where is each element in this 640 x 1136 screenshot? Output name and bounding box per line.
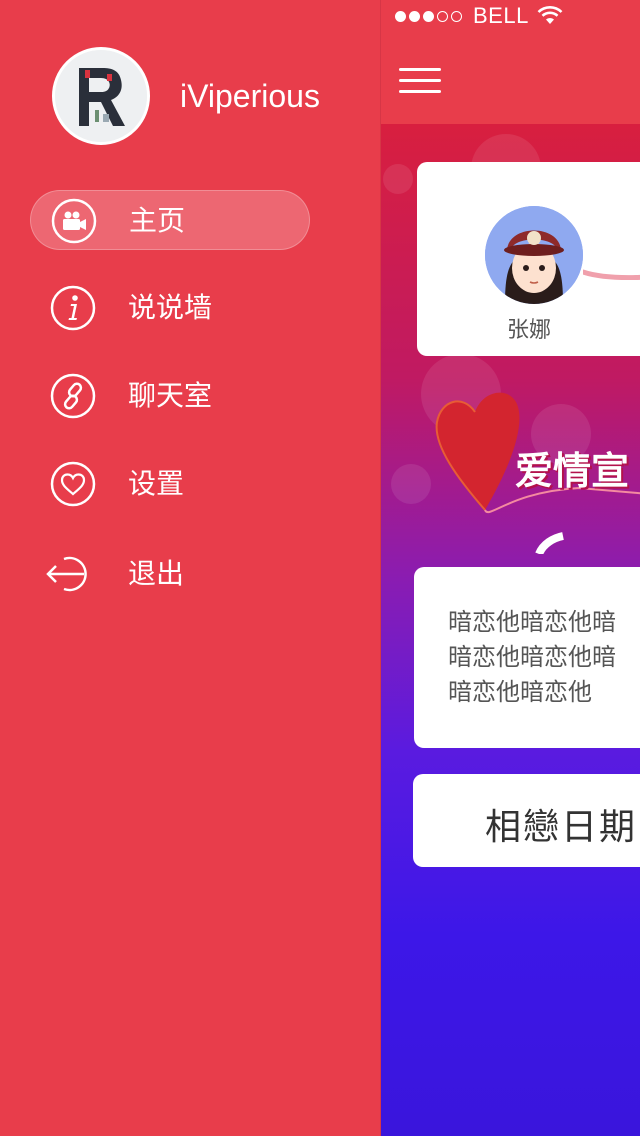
menu-label-logout: 退出 <box>128 557 185 590</box>
message-line: 暗恋他暗恋他 <box>448 678 592 706</box>
heart-icon <box>50 461 96 507</box>
menu-item-home[interactable]: 主页 <box>30 190 310 250</box>
partner-name-label: 张娜 <box>507 318 552 343</box>
wifi-icon <box>537 6 563 24</box>
love-date-label: 相戀日期 <box>485 807 638 848</box>
menu-toggle-button[interactable] <box>399 68 441 94</box>
main-content: BELL 张娜 爱情宣 暗恋他暗恋他暗 暗恋他暗恋他暗 暗恋他暗恋他 相戀日期 <box>380 0 640 1136</box>
message-line: 暗恋他暗恋他暗 <box>448 643 616 671</box>
link-icon <box>50 373 96 419</box>
carrier-label: BELL <box>473 3 529 28</box>
menu-label-wall: 说说墙 <box>128 291 213 324</box>
menu-label-settings: 设置 <box>128 467 185 500</box>
avatar-image-icon <box>55 50 147 142</box>
user-avatar[interactable] <box>52 47 150 145</box>
menu-item-settings[interactable]: 设置 <box>30 454 310 514</box>
message-line: 暗恋他暗恋他暗 <box>448 608 616 636</box>
love-date-card[interactable]: 相戀日期 <box>413 774 640 867</box>
signal-strength-icon <box>395 10 465 22</box>
menu-item-logout[interactable]: 退出 <box>30 544 310 604</box>
info-icon <box>50 285 96 331</box>
menu-item-wall[interactable]: 说说墙 <box>30 278 310 338</box>
menu-label-chatroom: 聊天室 <box>128 379 213 412</box>
username-label: iViperious <box>180 77 320 114</box>
profile-header[interactable]: iViperious <box>52 47 320 145</box>
drawer-menu: 主页 说说墙 聊天室 设置 退出 <box>30 190 310 632</box>
cartoon-girl-icon <box>485 206 583 304</box>
love-message-card[interactable]: 暗恋他暗恋他暗 暗恋他暗恋他暗 暗恋他暗恋他 <box>414 567 640 748</box>
menu-item-chatroom[interactable]: 聊天室 <box>30 366 310 426</box>
menu-label-home: 主页 <box>129 204 186 237</box>
love-declaration-title: 爱情宣 <box>515 449 630 493</box>
couple-card[interactable]: 张娜 <box>417 162 640 356</box>
status-bar: BELL <box>381 0 640 32</box>
logout-icon <box>46 556 87 592</box>
camera-icon <box>51 198 97 244</box>
connection-line-icon <box>583 269 640 281</box>
partner-avatar[interactable] <box>485 206 583 304</box>
side-drawer: iViperious 主页 说说墙 聊天室 设置 退出 <box>0 0 380 1136</box>
navigation-bar <box>381 32 640 124</box>
